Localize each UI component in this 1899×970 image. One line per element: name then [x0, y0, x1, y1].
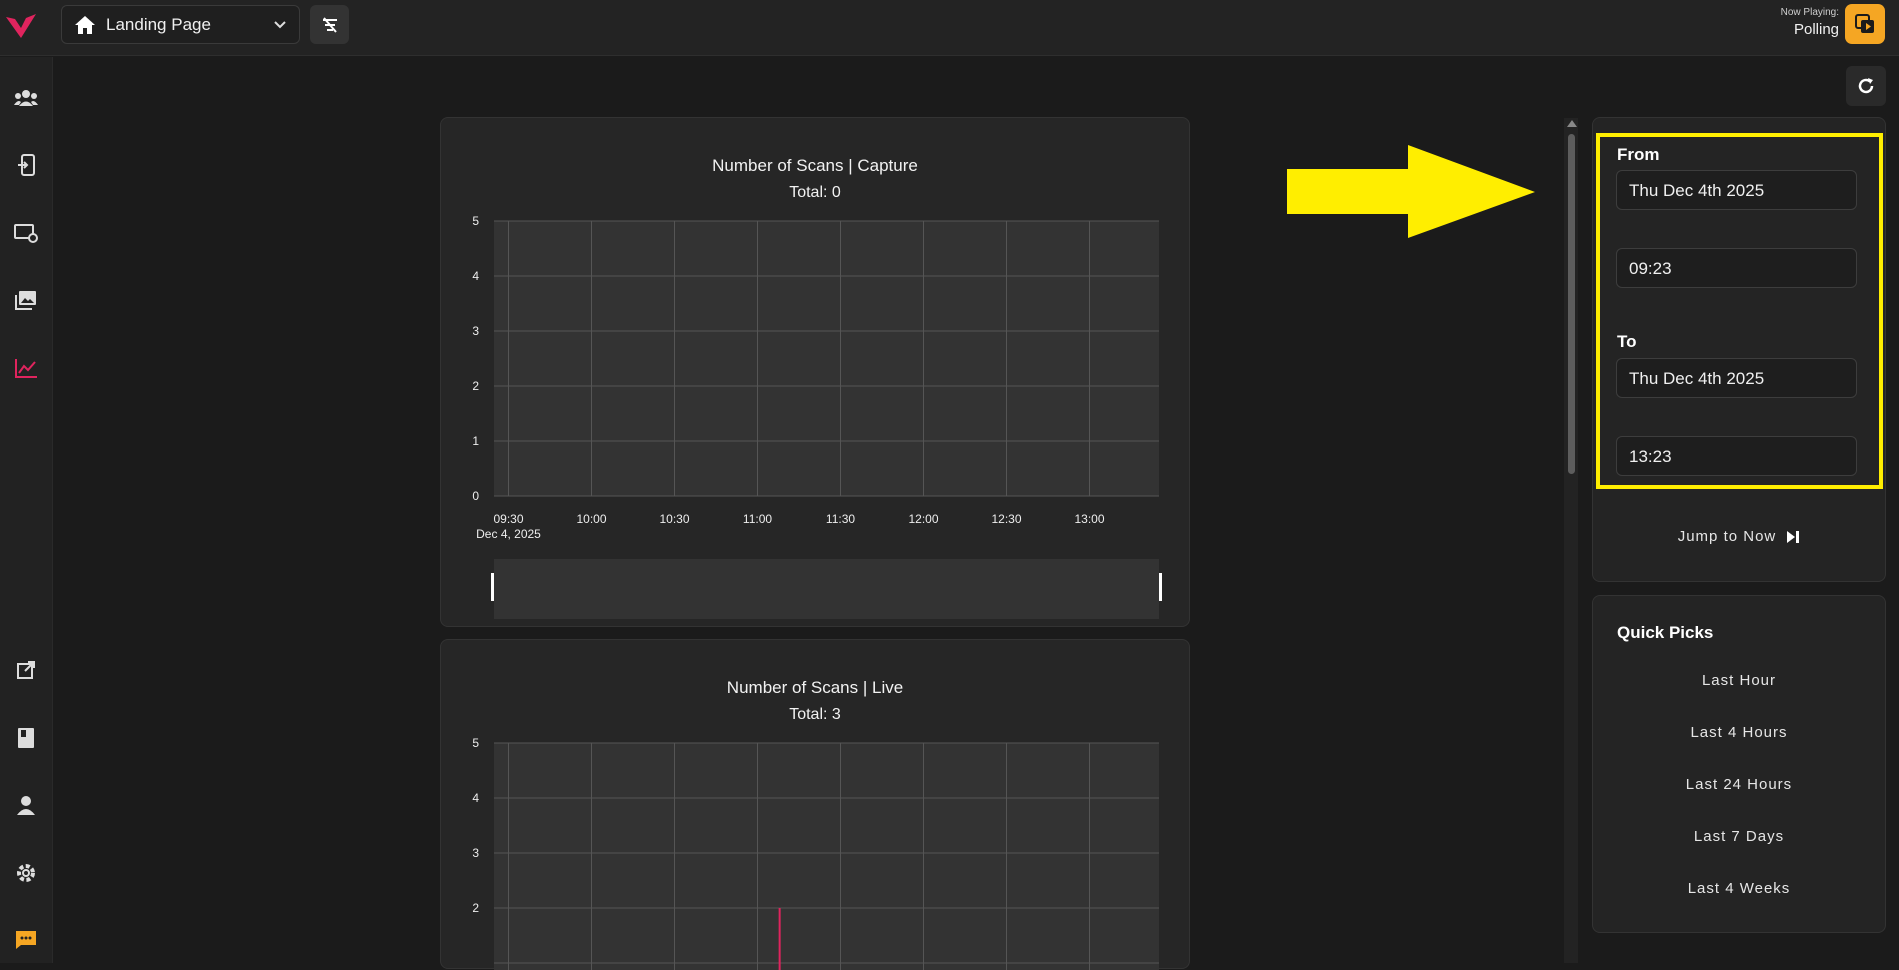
- y-tick-label: 2: [472, 379, 479, 393]
- chart-capture-plot: 0 1 2 3 4 5 09:30 10:00 10:30 11:00 11:30 12:00 12:3…: [472, 214, 1162, 619]
- home-icon: [75, 15, 95, 34]
- x-tick-label: 09:30: [493, 512, 523, 526]
- media-stack-icon: [1855, 14, 1874, 33]
- plot-area: [494, 221, 1159, 496]
- quick-pick-last-4-hours[interactable]: Last 4 Hours: [1592, 724, 1886, 741]
- refresh-icon: [1858, 78, 1874, 94]
- book-icon[interactable]: [8, 720, 44, 756]
- now-playing-value: Polling: [1793, 21, 1839, 38]
- y-tick-label: 0: [472, 489, 479, 503]
- person-icon[interactable]: [8, 787, 44, 823]
- chat-icon[interactable]: [8, 922, 44, 958]
- filter-off-icon: [322, 16, 337, 33]
- refresh-button[interactable]: [1846, 66, 1886, 106]
- quick-pick-last-24-hours[interactable]: Last 24 Hours: [1592, 776, 1886, 793]
- x-tick-label: 10:30: [659, 512, 689, 526]
- chart-live-plot: 2 3 4 5: [472, 736, 1159, 970]
- top-bar: Landing Page Now Playing: Polling: [0, 0, 1899, 56]
- filter-toggle-button[interactable]: [310, 5, 349, 44]
- x-date-label: Dec 4, 2025: [476, 527, 541, 541]
- chart-card-live: Number of Scans | Live Total: 3 2345: [440, 639, 1190, 970]
- page-select-label: Landing Page: [106, 14, 211, 34]
- now-playing-status: Now Playing: Polling: [1781, 7, 1839, 38]
- plot-area: [494, 743, 1159, 970]
- y-tick-label: 2: [472, 901, 479, 915]
- navigator-handle-left: [491, 573, 494, 601]
- settings-icon[interactable]: [8, 855, 44, 891]
- scrollbar-thumb[interactable]: [1568, 134, 1575, 474]
- quick-picks-title: Quick Picks: [1617, 623, 1714, 642]
- external-link-icon[interactable]: [8, 652, 44, 688]
- jump-to-now-label: Jump to Now: [1677, 528, 1777, 545]
- jump-to-now-button[interactable]: Jump to Now: [1592, 528, 1886, 545]
- y-tick-label: 4: [472, 269, 479, 283]
- chart-card-capture: Number of Scans | Capture Total: 0 01234…: [440, 117, 1190, 627]
- x-tick-label: 11:30: [826, 512, 855, 526]
- gallery-icon[interactable]: [8, 282, 44, 318]
- range-navigator: [494, 559, 1159, 619]
- y-tick-label: 5: [472, 214, 479, 228]
- display-settings-icon[interactable]: [8, 215, 44, 251]
- y-tick-label: 1: [472, 434, 479, 448]
- sidebar: [0, 57, 53, 963]
- quick-pick-last-7-days[interactable]: Last 7 Days: [1592, 828, 1886, 845]
- x-tick-label: 11:00: [743, 512, 772, 526]
- annotation-arrow-icon: [1287, 145, 1535, 238]
- y-tick-label: 3: [472, 324, 479, 338]
- quick-pick-last-4-weeks[interactable]: Last 4 Weeks: [1592, 880, 1886, 897]
- highlight-box: [1596, 133, 1883, 489]
- analytics-chart-icon[interactable]: [8, 350, 44, 386]
- scroll-up-arrow-icon[interactable]: [1567, 120, 1577, 127]
- quick-pick-last-hour[interactable]: Last Hour: [1592, 672, 1886, 689]
- device-login-icon[interactable]: [8, 147, 44, 183]
- y-tick-label: 4: [472, 791, 479, 805]
- x-tick-label: 10:00: [576, 512, 606, 526]
- skip-next-icon: [1787, 530, 1800, 543]
- x-tick-label: 12:30: [991, 512, 1021, 526]
- users-icon[interactable]: [8, 80, 44, 116]
- now-playing-button[interactable]: [1845, 4, 1885, 44]
- y-tick-label: 3: [472, 846, 479, 860]
- page-select-dropdown[interactable]: Landing Page: [61, 5, 300, 44]
- y-tick-label: 5: [472, 736, 479, 750]
- chevron-down-icon: [274, 20, 286, 28]
- app-logo-icon[interactable]: [4, 8, 38, 42]
- x-tick-label: 12:00: [908, 512, 938, 526]
- navigator-handle-right: [1159, 573, 1162, 601]
- now-playing-label: Now Playing:: [1780, 7, 1839, 18]
- x-tick-label: 13:00: [1074, 512, 1104, 526]
